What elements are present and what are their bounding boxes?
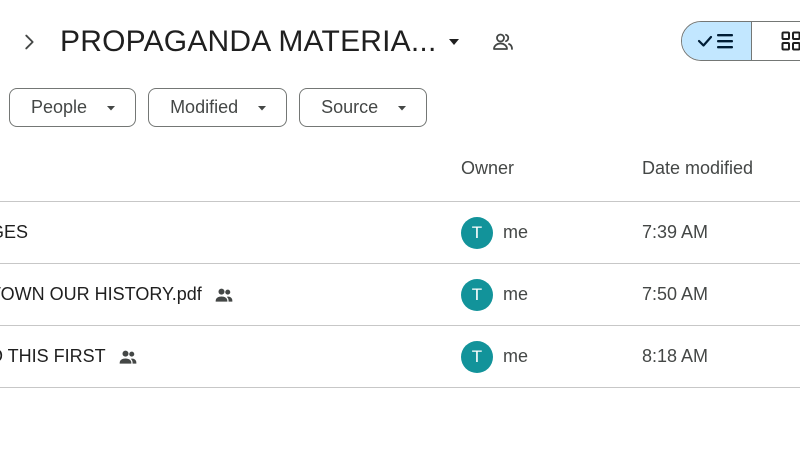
file-name: TOWN OUR HISTORY.pdf [0,284,202,304]
file-row[interactable]: GES T me 7:39 AM [0,202,800,263]
file-name: D THIS FIRST [0,346,106,366]
date-modified: 7:39 AM [642,222,709,242]
view-toggle [681,21,800,61]
shared-folder-people-icon[interactable] [491,30,515,54]
shared-people-icon [119,350,137,364]
column-header-date-modified[interactable]: Date modified [642,158,753,179]
filter-people-chip[interactable]: People [9,88,137,127]
current-folder-title: PROPAGANDA MATERIA... [60,25,437,58]
owner-name: me [503,284,529,304]
filter-people-label: People [31,97,88,117]
list-view-button[interactable] [682,22,752,60]
avatar: T [461,278,493,311]
owner-cell: T me [461,326,528,387]
breadcrumb: e PROPAGANDA MATERIA... [0,18,515,66]
shared-people-icon [215,288,233,302]
owner-cell: T me [461,264,528,325]
caret-down-icon [448,39,459,45]
chevron-right-icon [25,34,34,50]
check-list-icon [698,34,734,49]
grid-view-button[interactable] [751,22,800,60]
divider [0,387,800,388]
date-modified: 8:18 AM [642,346,709,366]
caret-down-icon [107,105,116,110]
current-folder-menu-button[interactable]: PROPAGANDA MATERIA... [60,20,461,64]
owner-cell: T me [461,202,528,263]
avatar: T [461,216,493,249]
filter-chips: People Modified Source [9,88,428,127]
file-name-cell: D THIS FIRST [0,326,138,387]
filter-source-chip[interactable]: Source [299,88,428,127]
caret-down-icon [258,105,267,110]
file-name: GES [0,222,29,242]
file-name-cell: GES [0,202,28,263]
breadcrumb-parent-folder[interactable]: e [0,25,10,59]
date-modified: 7:50 AM [642,284,709,304]
file-name-cell: TOWN OUR HISTORY.pdf [0,264,234,325]
filter-modified-label: Modified [170,97,239,117]
filter-modified-chip[interactable]: Modified [148,88,288,127]
grid-icon [781,31,800,51]
file-row[interactable]: D THIS FIRST T me 8:18 AM [0,326,800,387]
caret-down-icon [398,105,407,110]
avatar: T [461,340,493,373]
file-row[interactable]: TOWN OUR HISTORY.pdf T me 7:50 AM [0,264,800,325]
owner-name: me [503,222,529,242]
owner-name: me [503,346,529,366]
filter-source-label: Source [321,97,379,117]
column-header-owner[interactable]: Owner [461,158,514,179]
